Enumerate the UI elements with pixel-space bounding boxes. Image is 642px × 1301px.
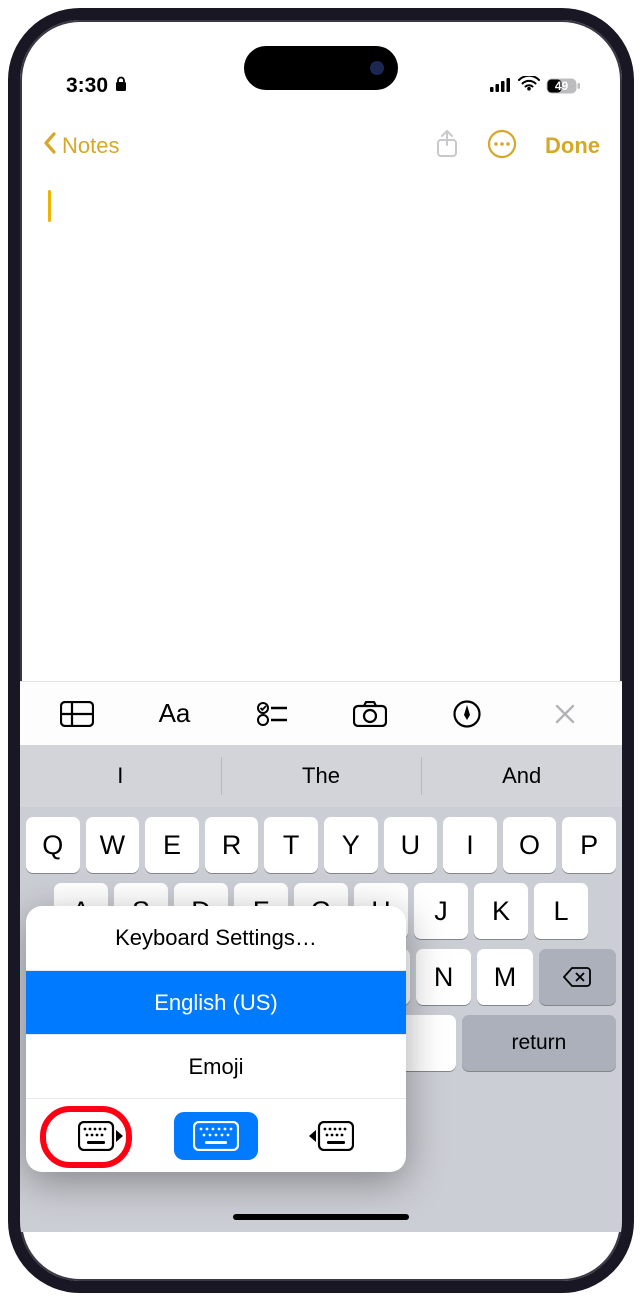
- keyboard: I The And Q W E R T Y U I O P A S D F: [20, 745, 622, 1232]
- checklist-button[interactable]: [227, 701, 317, 727]
- cellular-icon: [490, 74, 512, 98]
- suggestion-bar: I The And: [20, 745, 622, 807]
- keyboard-emoji-item[interactable]: Emoji: [26, 1034, 406, 1098]
- key-u[interactable]: U: [384, 817, 438, 873]
- format-toolbar: Aa: [20, 681, 622, 745]
- key-t[interactable]: T: [264, 817, 318, 873]
- suggestion-item[interactable]: And: [421, 745, 622, 807]
- key-r[interactable]: R: [205, 817, 259, 873]
- suggestion-item[interactable]: I: [20, 745, 221, 807]
- markup-button[interactable]: [422, 700, 512, 728]
- battery-icon: 49: [546, 78, 580, 94]
- key-m[interactable]: M: [477, 949, 532, 1005]
- key-o[interactable]: O: [503, 817, 557, 873]
- key-l[interactable]: L: [534, 883, 588, 939]
- suggestion-item[interactable]: The: [221, 745, 422, 807]
- dock-left-button[interactable]: [59, 1112, 143, 1160]
- keyboard-lang-english[interactable]: English (US): [26, 970, 406, 1034]
- return-key[interactable]: return: [462, 1015, 616, 1071]
- key-k[interactable]: K: [474, 883, 528, 939]
- dynamic-island: [244, 46, 398, 90]
- chevron-left-icon: [42, 131, 58, 161]
- text-caret: [48, 190, 51, 222]
- home-indicator[interactable]: [233, 1214, 409, 1220]
- keyboard-switcher-popup: Keyboard Settings… English (US) Emoji: [26, 906, 406, 1172]
- more-icon[interactable]: [487, 129, 517, 164]
- key-e[interactable]: E: [145, 817, 199, 873]
- lock-icon: [114, 74, 128, 98]
- back-button[interactable]: Notes: [42, 131, 119, 161]
- backspace-key[interactable]: [539, 949, 616, 1005]
- text-format-button[interactable]: Aa: [129, 698, 219, 729]
- done-button[interactable]: Done: [545, 133, 600, 159]
- table-button[interactable]: [32, 701, 122, 727]
- keyboard-settings-item[interactable]: Keyboard Settings…: [26, 906, 406, 970]
- key-y[interactable]: Y: [324, 817, 378, 873]
- key-p[interactable]: P: [562, 817, 616, 873]
- note-editor[interactable]: [20, 176, 622, 681]
- wifi-icon: [518, 74, 540, 98]
- camera-button[interactable]: [325, 701, 415, 727]
- key-j[interactable]: J: [414, 883, 468, 939]
- key-n[interactable]: N: [416, 949, 471, 1005]
- key-i[interactable]: I: [443, 817, 497, 873]
- key-q[interactable]: Q: [26, 817, 80, 873]
- nav-bar: Notes Done: [20, 116, 622, 176]
- key-w[interactable]: W: [86, 817, 140, 873]
- back-label: Notes: [62, 133, 119, 159]
- dock-right-button[interactable]: [289, 1112, 373, 1160]
- status-time: 3:30: [66, 74, 108, 98]
- dock-center-button[interactable]: [174, 1112, 258, 1160]
- share-icon[interactable]: [435, 129, 459, 164]
- close-toolbar-button[interactable]: [520, 702, 610, 726]
